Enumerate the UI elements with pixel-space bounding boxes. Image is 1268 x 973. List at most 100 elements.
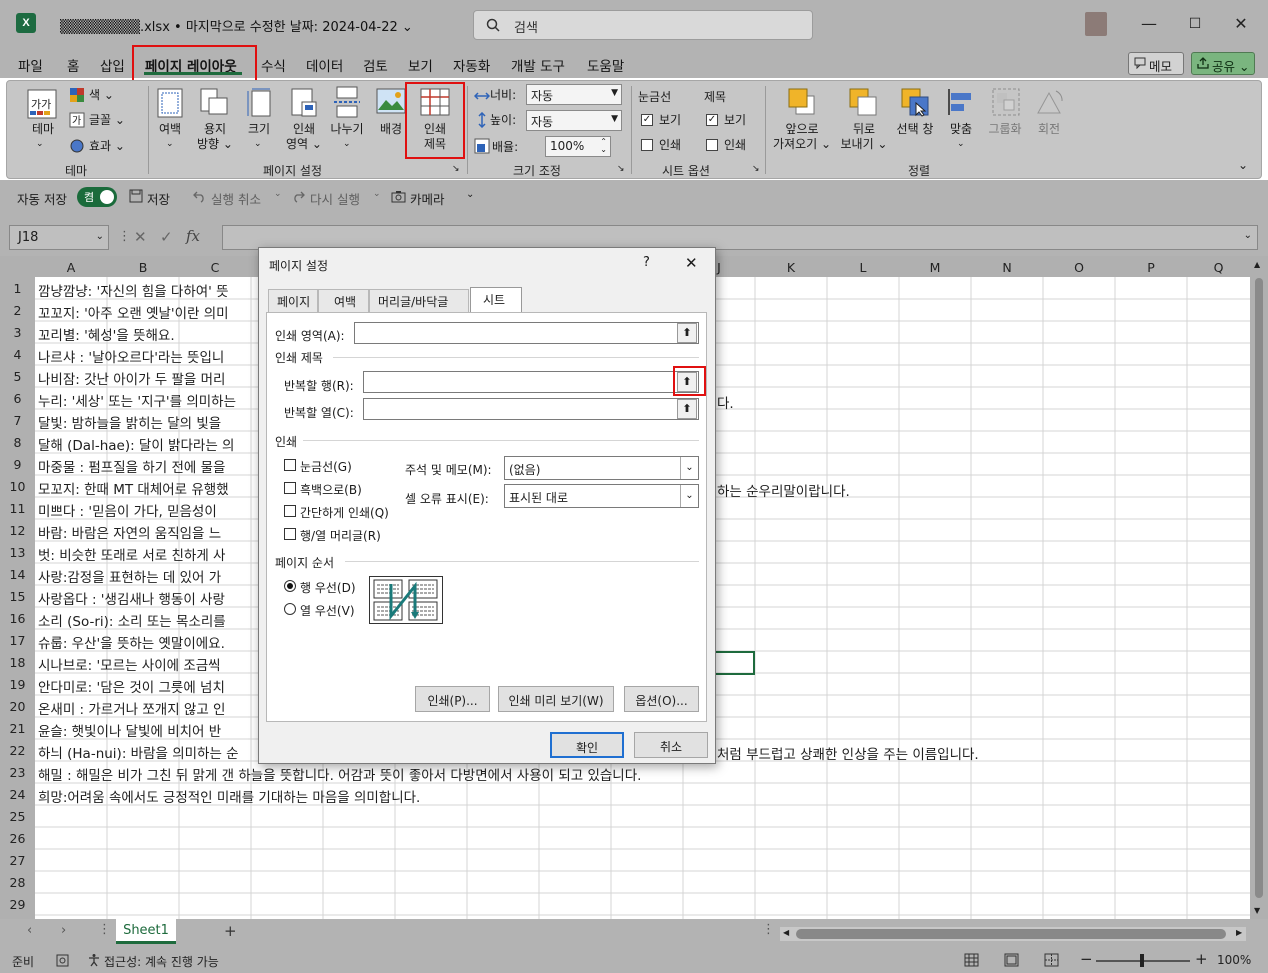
cell-text[interactable]: 소리 (So-ri): 소리 또는 목소리를 — [38, 610, 226, 630]
zoom-level[interactable]: 100% — [1217, 953, 1251, 967]
name-box[interactable]: J18 ⌄ — [9, 225, 109, 250]
column-header[interactable]: M — [899, 260, 971, 275]
cell-text[interactable]: 안다미로: '담은 것이 그릇에 넘치 — [38, 676, 225, 696]
cell-text[interactable]: 깜냥깜냥: '자신의 힘을 다하여' 뜻 — [38, 280, 229, 300]
comments-select[interactable]: (없음) ⌄ — [504, 456, 699, 480]
gridlines-checkbox[interactable] — [284, 459, 296, 471]
column-header[interactable]: B — [107, 260, 179, 275]
column-header[interactable]: K — [755, 260, 827, 275]
redo-dropdown-chevron[interactable]: ⌄ — [373, 189, 381, 199]
rotate-icon[interactable] — [1034, 87, 1064, 121]
width-select[interactable]: 자동 ▼ — [526, 84, 622, 105]
dialog-print-preview-button[interactable]: 인쇄 미리 보기(W) — [498, 686, 614, 712]
row-header[interactable]: 28 — [0, 875, 35, 890]
draft-quality-checkbox[interactable] — [284, 505, 296, 517]
autosave-toggle[interactable]: 켬 — [77, 187, 117, 207]
colors-button[interactable]: 색 ⌄ — [89, 88, 114, 103]
row-header[interactable]: 11 — [0, 501, 35, 516]
row-header[interactable]: 5 — [0, 369, 35, 384]
row-header[interactable]: 27 — [0, 853, 35, 868]
page-break-view-icon[interactable] — [1044, 953, 1059, 967]
column-header[interactable]: A — [35, 260, 107, 275]
cell-text[interactable]: 누리: '세상' 또는 '지구'를 의미하는 — [38, 390, 236, 410]
tab-home[interactable]: 홈 — [67, 55, 79, 75]
row-header[interactable]: 24 — [0, 787, 35, 802]
row-header[interactable]: 10 — [0, 479, 35, 494]
size-button-label[interactable]: 크기 — [245, 122, 273, 137]
maximize-button[interactable]: ☐ — [1180, 10, 1210, 38]
row-header[interactable]: 14 — [0, 567, 35, 582]
background-icon[interactable] — [376, 88, 406, 120]
chevron-down-icon[interactable]: ⌄ — [96, 231, 104, 242]
column-header[interactable]: L — [827, 260, 899, 275]
cell-text[interactable]: 달빛: 밤하늘을 밝히는 달의 빛을 — [38, 412, 221, 432]
black-white-checkbox[interactable] — [284, 482, 296, 494]
dialog-close-button[interactable]: ✕ — [685, 254, 698, 272]
row-header[interactable]: 17 — [0, 633, 35, 648]
themes-button-label[interactable]: 테마 — [28, 122, 58, 137]
row-header[interactable]: 22 — [0, 743, 35, 758]
row-header[interactable]: 26 — [0, 831, 35, 846]
row-header[interactable]: 19 — [0, 677, 35, 692]
tab-automate[interactable]: 자동화 — [453, 55, 490, 75]
normal-view-icon[interactable] — [964, 953, 979, 967]
group-icon[interactable] — [991, 87, 1021, 121]
themes-dropdown-chevron[interactable]: ⌄ — [36, 137, 44, 152]
row-header[interactable]: 23 — [0, 765, 35, 780]
user-avatar[interactable] — [1085, 12, 1107, 36]
column-header[interactable]: O — [1043, 260, 1115, 275]
themes-icon[interactable]: 가가 — [26, 88, 58, 124]
cols-collapse-icon[interactable]: ⬆ — [677, 399, 697, 419]
selected-cell-J18[interactable] — [714, 651, 755, 675]
zoom-in-button[interactable]: + — [1195, 950, 1208, 968]
breaks-icon[interactable] — [333, 86, 361, 122]
horizontal-scroll-thumb[interactable] — [796, 929, 1226, 939]
dialog-print-button[interactable]: 인쇄(P)... — [415, 686, 490, 712]
cell-text[interactable]: 나비잠: 갓난 아이가 두 팔을 머리 — [38, 368, 225, 388]
selection-pane-icon[interactable] — [900, 87, 930, 121]
search-box[interactable]: 검색 — [473, 10, 813, 40]
row-header[interactable]: 18 — [0, 655, 35, 670]
margins-chevron[interactable]: ⌄ — [166, 137, 174, 152]
camera-button[interactable]: 카메라 — [410, 189, 445, 208]
cell-errors-select[interactable]: 표시된 대로 ⌄ — [504, 484, 699, 508]
zoom-slider-thumb[interactable] — [1140, 954, 1144, 967]
cell-text[interactable]: 바람: 바람은 자연의 움직임을 느 — [38, 522, 221, 542]
send-backward-button-label[interactable]: 뒤로 보내기 ⌄ — [838, 122, 890, 152]
page-setup-launcher-icon[interactable]: ↘ — [452, 164, 460, 174]
cell-text[interactable]: 꼬꼬지: '아주 오랜 옛날'이란 의미 — [38, 302, 229, 322]
print-area-input[interactable]: ⬆ — [354, 322, 699, 344]
sheet-options-launcher-icon[interactable]: ↘ — [752, 164, 760, 174]
column-header[interactable]: Q — [1187, 260, 1250, 275]
column-header[interactable]: C — [179, 260, 251, 275]
headings-view-checkbox[interactable]: ✓ — [706, 114, 718, 126]
scroll-left-icon[interactable]: ◀ — [783, 928, 789, 937]
row-header[interactable]: 7 — [0, 413, 35, 428]
row-header[interactable]: 12 — [0, 523, 35, 538]
gridlines-view-checkbox[interactable]: ✓ — [641, 114, 653, 126]
scroll-right-icon[interactable]: ▶ — [1236, 928, 1242, 937]
cell-text[interactable]: 온새미 : 가르거나 쪼개지 않고 인 — [38, 698, 225, 718]
margins-button-label[interactable]: 여백 — [155, 122, 185, 137]
cell-text[interactable]: 해밀 : 해밀은 비가 그친 뒤 맑게 갠 하늘을 뜻합니다. 어감과 뜻이 좋… — [38, 764, 641, 784]
scroll-up-icon[interactable]: ▲ — [1254, 260, 1260, 269]
redo-button[interactable]: 다시 실행 — [310, 189, 360, 208]
spinner-arrows-icon[interactable]: ⌃ ⌄ — [600, 138, 607, 154]
dialog-help-button[interactable]: ? — [643, 255, 650, 270]
cell-text[interactable]: 나르샤 : '날아오르다'라는 뜻입니 — [38, 346, 224, 366]
customize-qat-icon[interactable]: ⌄ — [466, 189, 474, 200]
tab-data[interactable]: 데이터 — [306, 55, 343, 75]
row-col-headings-checkbox[interactable] — [284, 528, 296, 540]
bring-forward-button-label[interactable]: 앞으로 가져오기 ⌄ — [772, 122, 832, 152]
cell-text[interactable]: 사랑옵다 : '생김새나 행동이 사랑 — [38, 588, 225, 608]
row-header[interactable]: 9 — [0, 457, 35, 472]
cell-text[interactable]: 윤슬: 햇빛이나 달빛에 비치어 반 — [38, 720, 221, 740]
confirm-entry-icon[interactable]: ✓ — [160, 228, 173, 246]
page-layout-view-icon[interactable] — [1004, 953, 1019, 967]
cell-text[interactable]: 모꼬지: 한때 MT 대체어로 유행했 — [38, 478, 229, 498]
align-icon[interactable] — [946, 87, 976, 121]
sheet-tab-sheet1[interactable]: Sheet1 — [116, 919, 176, 944]
background-button-label[interactable]: 배경 — [376, 122, 406, 137]
dialog-tab-page[interactable]: 페이지 — [268, 289, 318, 312]
save-button[interactable]: 저장 — [147, 189, 170, 208]
